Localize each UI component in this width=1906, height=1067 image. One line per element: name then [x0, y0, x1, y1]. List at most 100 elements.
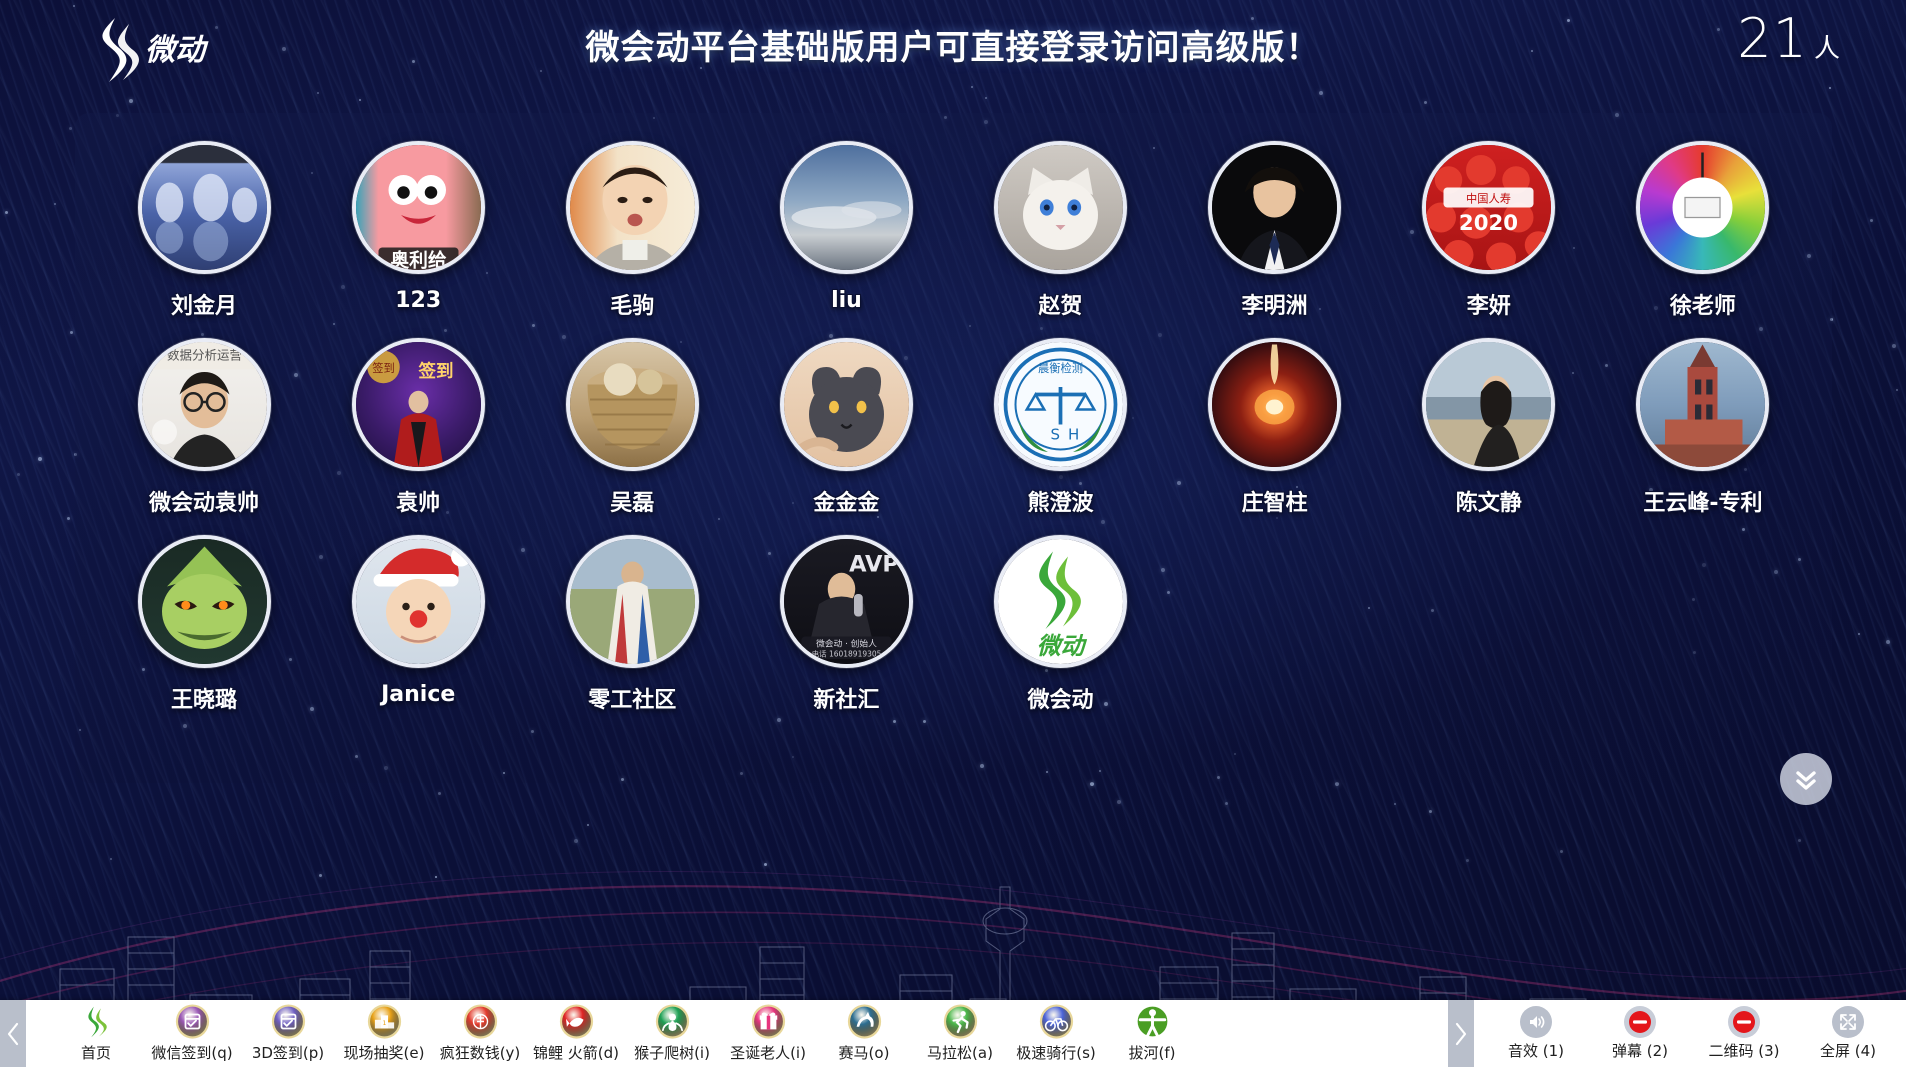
avatar[interactable] — [565, 338, 699, 471]
sound-on-svg — [1530, 1016, 1545, 1028]
participant-cell[interactable]: 徐老师 — [1596, 141, 1810, 320]
avatar[interactable] — [1422, 338, 1556, 471]
avatar[interactable]: 签到 签到 — [351, 338, 485, 471]
svg-text:1: 1 — [382, 1020, 386, 1027]
system-label: 二维码 (3) — [1708, 1042, 1780, 1060]
chevron-right-icon[interactable] — [1448, 1000, 1474, 1067]
participant-cell[interactable]: 毛驹 — [525, 141, 739, 320]
tool-label: 猴子爬树(i) — [634, 1044, 710, 1062]
tool-calendar-3d[interactable]: 3D签到(p) — [240, 1004, 336, 1063]
avatar[interactable] — [1208, 141, 1342, 274]
participant-cell[interactable]: 中国人寿 2020 李妍 — [1382, 141, 1596, 320]
svg-text:晨衡检测: 晨衡检测 — [1038, 361, 1083, 375]
participant-cell[interactable]: 赵贺 — [954, 141, 1168, 320]
svg-text:AVP: AVP — [849, 552, 899, 578]
tool-list: 首页 微信签到(q) 3D签到(p) 1 现场抽奖(e) 疯狂数钱(y) 锦鲤 火箭(d) 猴… — [26, 1000, 1448, 1067]
participant-cell[interactable]: 刘金月 — [97, 141, 311, 320]
avatar[interactable] — [994, 141, 1128, 274]
participant-cell[interactable]: 金金金 — [739, 338, 953, 517]
participant-cell[interactable]: 数据分析运营 微会动袁帅 — [97, 338, 311, 517]
avatar[interactable] — [137, 141, 271, 274]
avatar[interactable] — [565, 141, 699, 274]
tool-home-logo[interactable]: 首页 — [48, 1004, 144, 1063]
avatar[interactable]: 奥利给 — [351, 141, 485, 274]
avatar[interactable] — [779, 338, 913, 471]
avatar[interactable]: 微动 — [994, 535, 1128, 668]
participant-cell[interactable]: 签到 签到 袁帅 — [311, 338, 525, 517]
avatar[interactable] — [1636, 338, 1770, 471]
chevron-left-svg — [7, 1022, 19, 1045]
tool-label: 圣诞老人(i) — [730, 1044, 806, 1062]
avatar[interactable]: 中国人寿 2020 — [1422, 141, 1556, 274]
tool-label: 极速骑行(s) — [1016, 1044, 1096, 1062]
participant-cell[interactable]: 陈文静 — [1382, 338, 1596, 517]
participant-cell[interactable]: 零工社区 — [525, 535, 739, 714]
podium-icon: 1 — [367, 1004, 402, 1039]
avatar[interactable] — [565, 535, 699, 668]
chevron-left-icon[interactable] — [0, 1000, 26, 1067]
tool-label: 赛马(o) — [838, 1044, 890, 1062]
avatar[interactable] — [1208, 338, 1342, 471]
participant-name: 熊澄波 — [1027, 491, 1094, 516]
tool-koi-fish[interactable]: 锦鲤 火箭(d) — [528, 1004, 624, 1063]
horse-icon — [847, 1004, 882, 1039]
participant-name: 金金金 — [813, 491, 880, 516]
tool-runner[interactable]: 马拉松(a) — [912, 1004, 1008, 1063]
participant-name: 袁帅 — [396, 491, 441, 516]
participant-name: 陈文静 — [1455, 491, 1522, 516]
tool-gift[interactable]: 圣诞老人(i) — [720, 1004, 816, 1063]
avatar[interactable]: 数据分析运营 — [137, 338, 271, 471]
calendar-3d-icon-svg — [271, 1004, 305, 1039]
tool-monkey[interactable]: 猴子爬树(i) — [624, 1004, 720, 1063]
participant-cell[interactable]: 李明洲 — [1168, 141, 1382, 320]
participant-cell[interactable]: 奥利给 123 — [311, 141, 525, 320]
tool-horse[interactable]: 赛马(o) — [816, 1004, 912, 1063]
participant-cell[interactable]: Janice — [311, 535, 525, 714]
participant-cell[interactable]: 晨衡检测 S H 熊澄波 — [954, 338, 1168, 517]
participant-cell[interactable]: 微动 微会动 — [954, 535, 1168, 714]
minus-red-svg — [1733, 1011, 1755, 1033]
gift-icon — [751, 1004, 786, 1039]
system-label: 全屏 (4) — [1819, 1042, 1877, 1060]
avatar[interactable] — [1636, 141, 1770, 274]
horse-icon-svg — [847, 1004, 881, 1039]
participant-name: 123 — [395, 288, 442, 313]
system-label: 弹幕 (2) — [1611, 1042, 1669, 1060]
participants-panel: 刘金月 奥利给 123 毛驹 liu 赵贺 李明洲 中国人寿 2020 李妍 徐老师数据分析运营 微会… — [75, 113, 1832, 805]
system-sound-on[interactable]: 音效 (1) — [1490, 1006, 1582, 1061]
tool-calendar-check[interactable]: 微信签到(q) — [144, 1004, 240, 1063]
chevron-double-down-icon[interactable] — [1780, 753, 1832, 805]
participant-cell[interactable]: 吴磊 — [525, 338, 739, 517]
participant-cell[interactable]: 王云峰-专利 — [1596, 338, 1810, 517]
tug-of-war-icon-svg — [1137, 1006, 1167, 1038]
system-minus-red[interactable]: 弹幕 (2) — [1594, 1006, 1686, 1061]
participant-cell[interactable]: liu — [739, 141, 953, 320]
system-minus-red[interactable]: 二维码 (3) — [1698, 1006, 1790, 1061]
avatar[interactable] — [137, 535, 271, 668]
avatar[interactable] — [351, 535, 485, 668]
home-logo-icon-svg — [87, 1006, 107, 1038]
chevron-right-svg — [1455, 1022, 1467, 1045]
avatar[interactable]: 晨衡检测 S H — [994, 338, 1128, 471]
system-fullscreen[interactable]: 全屏 (4) — [1802, 1006, 1894, 1061]
participant-count: 21 — [1737, 7, 1808, 70]
tool-podium[interactable]: 1 现场抽奖(e) — [336, 1004, 432, 1063]
participant-name: Janice — [381, 682, 456, 707]
participant-name: 零工社区 — [588, 688, 677, 713]
tool-label: 疯狂数钱(y) — [439, 1044, 521, 1062]
svg-text:2020: 2020 — [1459, 211, 1518, 236]
avatar[interactable] — [779, 141, 913, 274]
avatar[interactable]: AVP 微会动 · 创始人 电话 16018919305 — [779, 535, 913, 668]
monkey-icon — [655, 1004, 690, 1039]
gift-icon-svg — [751, 1004, 785, 1039]
tool-tug-of-war[interactable]: 拔河(f) — [1104, 1004, 1200, 1063]
tool-bicycle[interactable]: 极速骑行(s) — [1008, 1004, 1104, 1063]
participant-cell[interactable]: 庄智柱 — [1168, 338, 1382, 517]
header-bar: 微动 微会动平台基础版用户可直接登录访问高级版！ 21 人 — [0, 0, 1906, 98]
participant-name: 赵贺 — [1038, 294, 1083, 319]
bottom-toolbar: 首页 微信签到(q) 3D签到(p) 1 现场抽奖(e) 疯狂数钱(y) 锦鲤 火箭(d) 猴… — [0, 1000, 1906, 1067]
tool-label: 马拉松(a) — [927, 1044, 993, 1062]
participant-cell[interactable]: 王晓璐 — [97, 535, 311, 714]
tool-money[interactable]: 疯狂数钱(y) — [432, 1004, 528, 1063]
participant-cell[interactable]: AVP 微会动 · 创始人 电话 16018919305 新社汇 — [739, 535, 953, 714]
